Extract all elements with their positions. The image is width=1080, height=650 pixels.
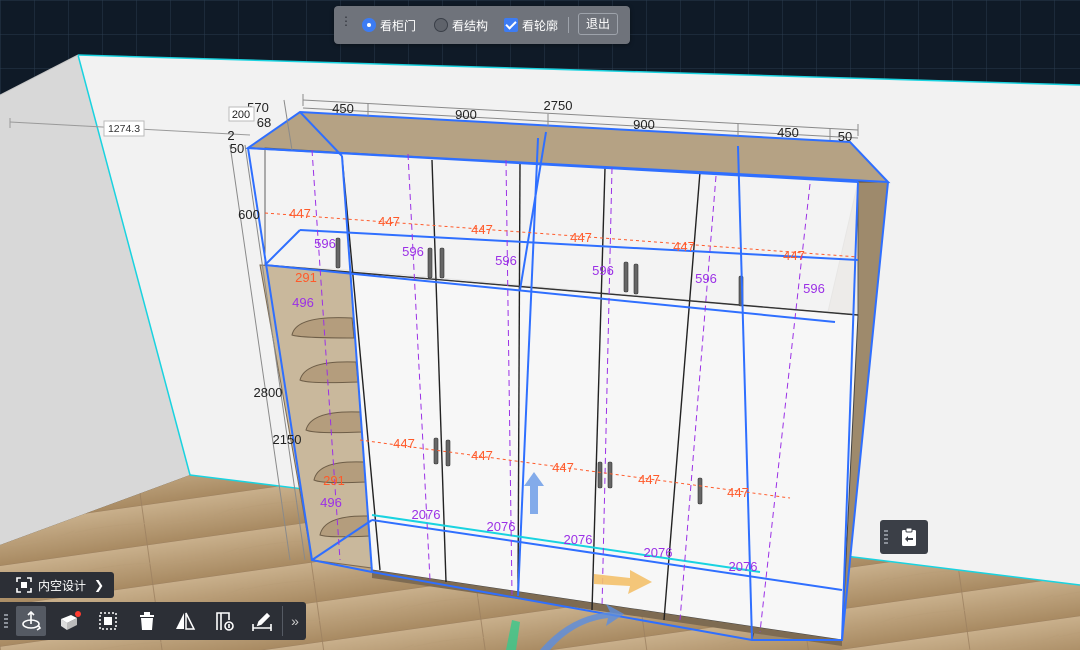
dim-447-k: 447 xyxy=(727,485,749,500)
dim-2076-e: 2076 xyxy=(729,559,758,574)
clipboard-icon xyxy=(900,527,918,552)
dim-496-bottom: 496 xyxy=(320,495,342,510)
measure-tool-button[interactable] xyxy=(247,606,277,636)
select-box-icon xyxy=(99,612,117,630)
dim-height-lower: 2150 xyxy=(273,432,302,447)
toolbar-divider xyxy=(282,606,283,636)
dim-447-b: 447 xyxy=(378,214,400,229)
checkbox-icon xyxy=(504,18,518,32)
dim-2076-a: 2076 xyxy=(412,507,441,522)
dim-447-g: 447 xyxy=(393,436,415,451)
interior-design-mode[interactable]: 内空设计 ❯ xyxy=(0,572,114,598)
drag-handle-icon[interactable]: ⋮ xyxy=(340,15,352,32)
option-view-structure-label: 看结构 xyxy=(452,18,489,33)
option-view-outline[interactable]: 看轮廓 xyxy=(504,15,558,35)
dim-depth-68: 68 xyxy=(257,115,271,130)
option-view-doors[interactable]: 看柜门 xyxy=(362,15,416,35)
dim-596-e: 596 xyxy=(695,271,717,286)
dim-447-d: 447 xyxy=(570,230,592,245)
dim-447-h: 447 xyxy=(471,448,493,463)
dim-596-d: 596 xyxy=(592,263,614,278)
replace-tool-button[interactable] xyxy=(209,606,239,636)
dim-right-gap: 50 xyxy=(838,129,852,144)
toolbar-divider xyxy=(568,17,569,33)
dim-2076-c: 2076 xyxy=(564,532,593,547)
dim-447-c: 447 xyxy=(471,222,493,237)
dim-596-c: 596 xyxy=(495,253,517,268)
dim-segment-3: 900 xyxy=(633,117,655,132)
radio-icon xyxy=(362,18,376,32)
chevron-right-icon: ❯ xyxy=(94,578,105,592)
dim-segment-4: 450 xyxy=(777,125,799,140)
dim-447-f: 447 xyxy=(783,248,805,263)
dim-depth-200: 200 xyxy=(232,109,250,121)
view-mode-toolbar: ⋮ 看柜门 看结构 看轮廓 退出 xyxy=(334,6,630,44)
dim-depth-50: 50 xyxy=(230,141,244,156)
delete-tool-button[interactable] xyxy=(132,606,162,636)
dim-447-e: 447 xyxy=(673,239,695,254)
mirror-tool-button[interactable] xyxy=(170,606,200,636)
dim-height-upper: 600 xyxy=(238,207,260,222)
dim-height-total: 2800 xyxy=(254,385,283,400)
option-view-outline-label: 看轮廓 xyxy=(522,18,559,33)
option-view-structure[interactable]: 看结构 xyxy=(434,15,488,35)
edit-toolbar: » xyxy=(0,602,306,640)
material-tool-button[interactable] xyxy=(55,606,85,636)
dim-447-a: 447 xyxy=(289,206,311,221)
measure-icon xyxy=(252,612,272,631)
option-view-doors-label: 看柜门 xyxy=(380,18,417,33)
dim-total-width: 2750 xyxy=(544,98,573,113)
dim-2076-d: 2076 xyxy=(644,545,673,560)
select-box-tool-button[interactable] xyxy=(93,606,123,636)
dim-447-i: 447 xyxy=(552,460,574,475)
dim-596-f: 596 xyxy=(803,281,825,296)
wall-offset-label: 1274.3 xyxy=(108,123,140,135)
dim-2076-b: 2076 xyxy=(487,519,516,534)
replace-icon xyxy=(216,612,234,631)
dim-447-j: 447 xyxy=(638,472,660,487)
dim-segment-2: 900 xyxy=(455,107,477,122)
focus-frame-icon xyxy=(16,577,32,593)
dim-291-top: 291 xyxy=(295,270,317,285)
drag-handle-icon[interactable] xyxy=(4,614,8,628)
dim-291-bottom: 291 xyxy=(323,473,345,488)
material-icon xyxy=(61,611,81,630)
drag-handle-icon[interactable] xyxy=(884,530,888,544)
radio-icon xyxy=(434,18,448,32)
exit-button[interactable]: 退出 xyxy=(578,13,618,35)
dim-596-b: 596 xyxy=(402,244,424,259)
dim-200-box: 200 xyxy=(228,106,255,122)
move-rotate-icon xyxy=(22,610,42,631)
dim-496-top: 496 xyxy=(292,295,314,310)
mode-chip-label: 内空设计 xyxy=(38,578,87,593)
mirror-icon xyxy=(176,612,196,630)
clipboard-button[interactable] xyxy=(880,520,928,554)
dim-segment-1: 450 xyxy=(332,101,354,116)
move-rotate-tool-button[interactable] xyxy=(16,606,46,636)
trash-icon xyxy=(140,612,154,630)
more-tools-button[interactable]: » xyxy=(286,610,304,632)
dim-596-a: 596 xyxy=(314,236,336,251)
